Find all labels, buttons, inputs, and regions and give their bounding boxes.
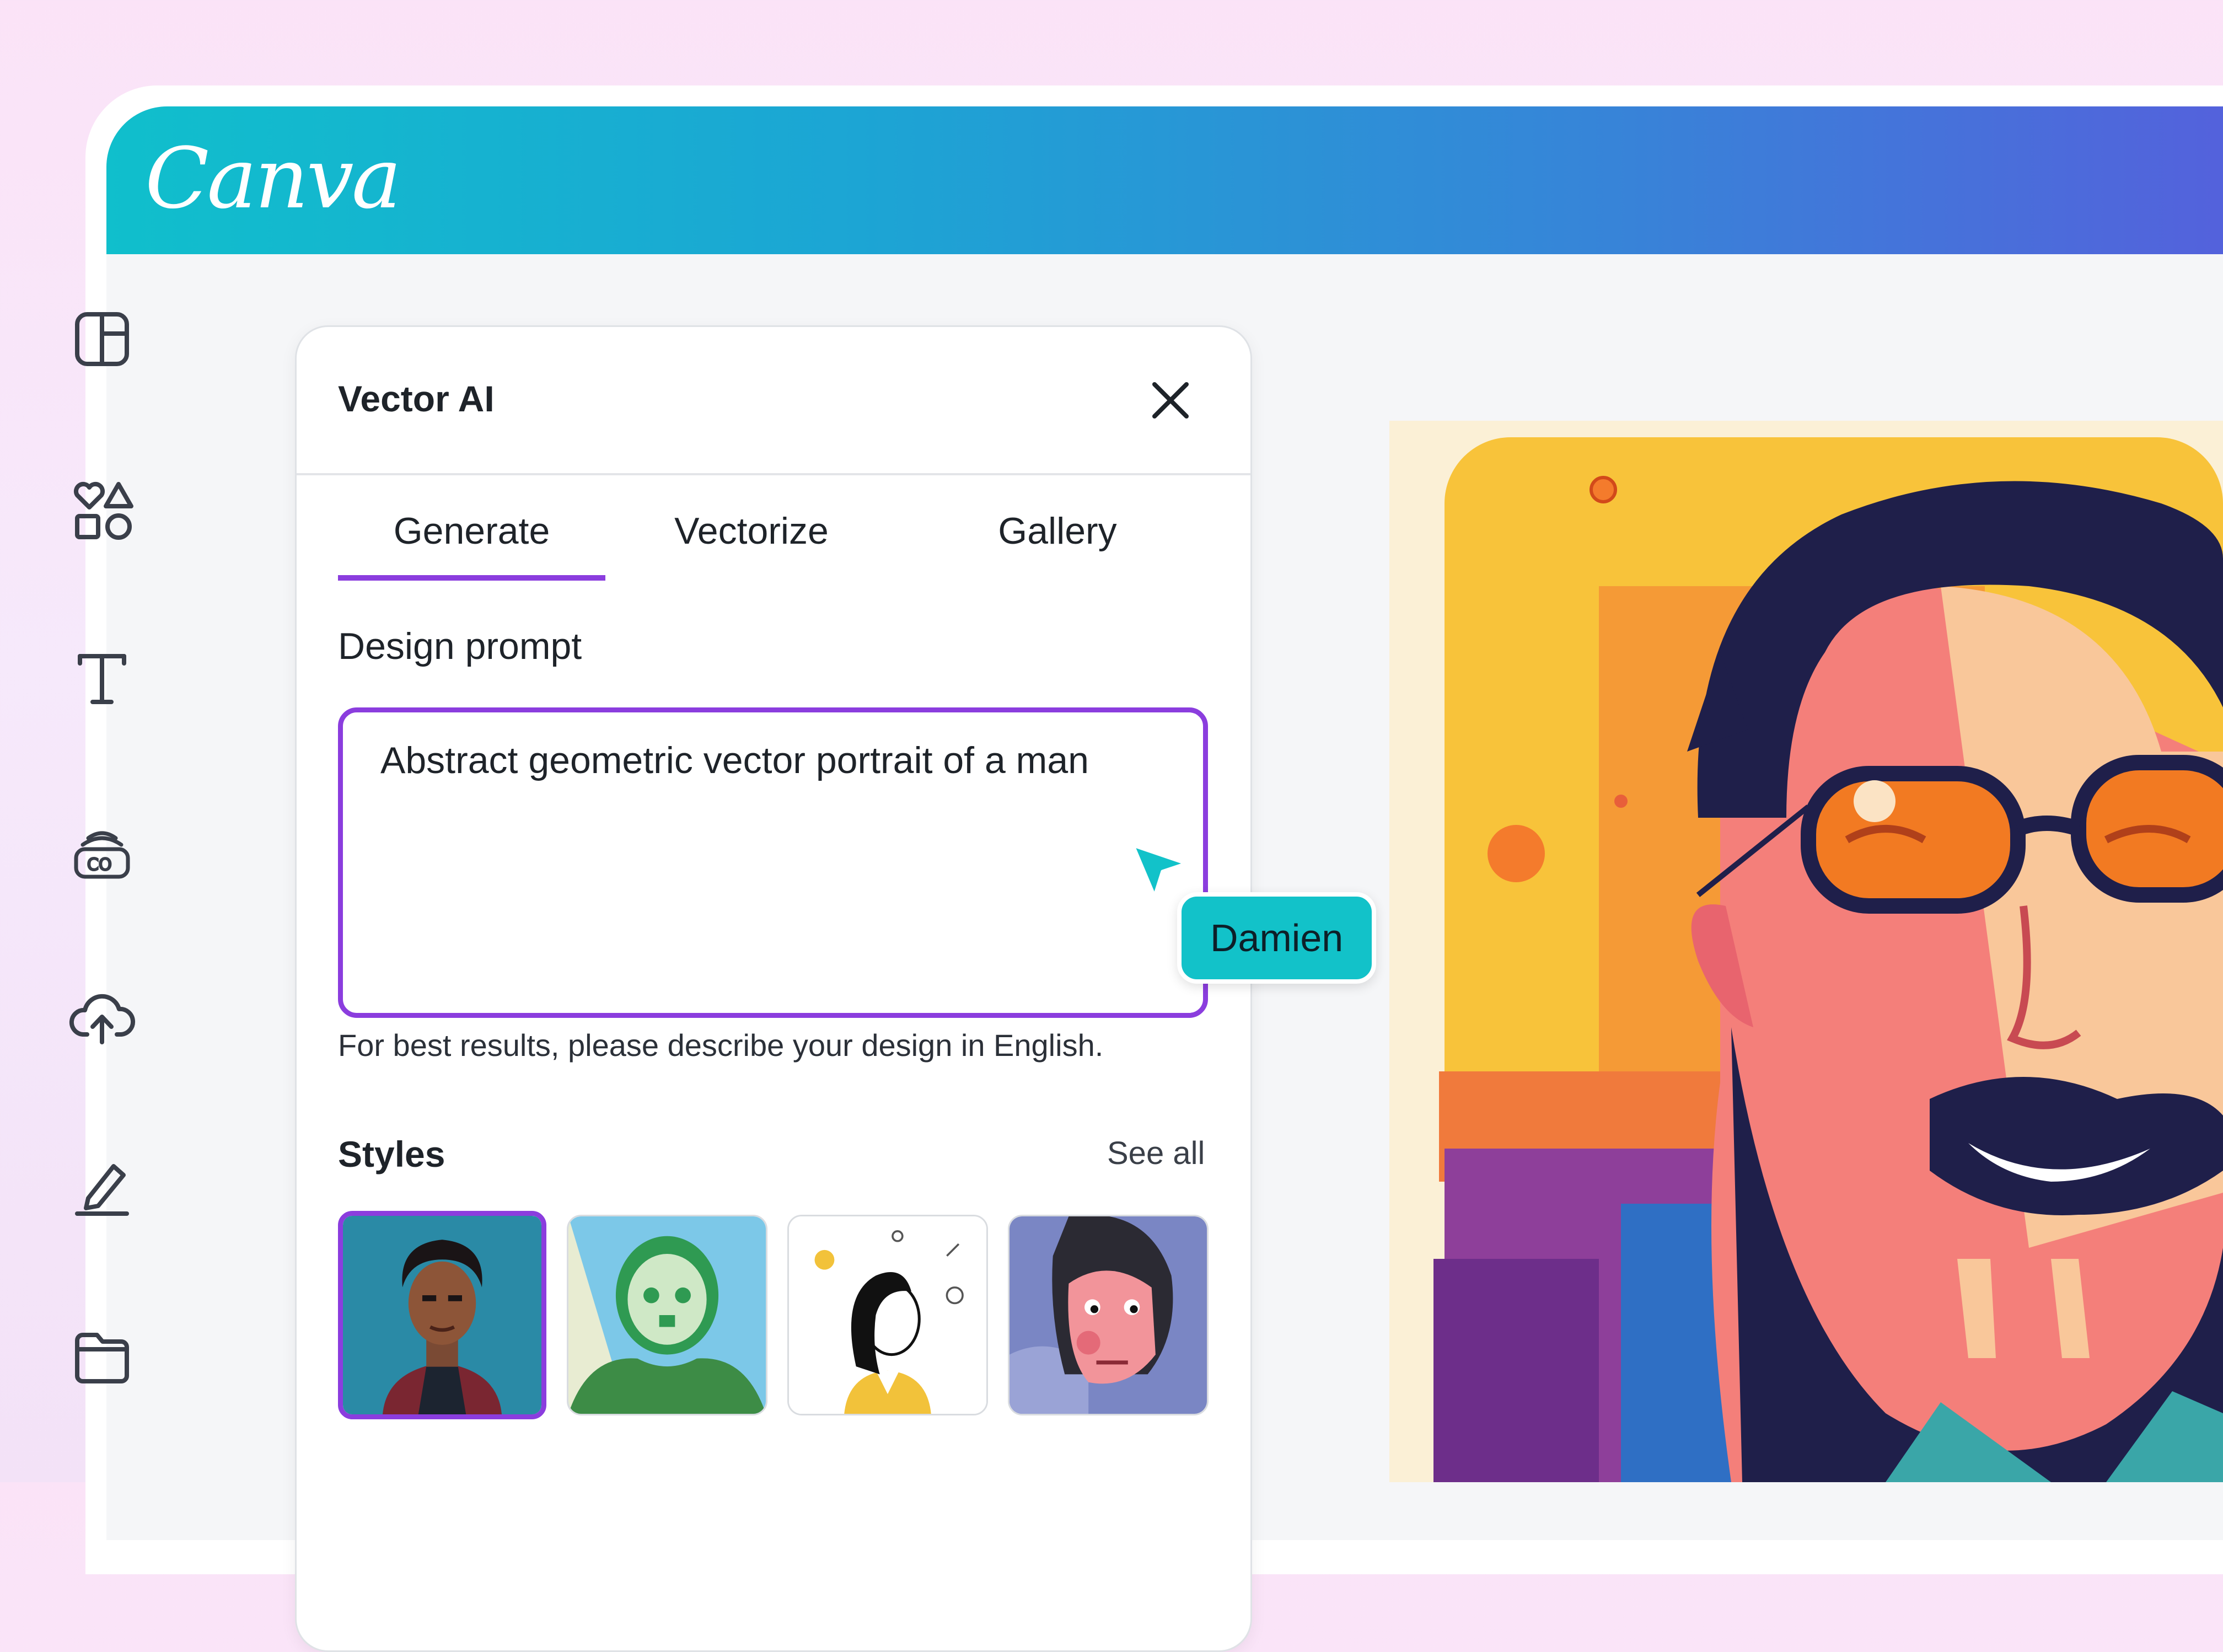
prompt-hint: For best results, please describe your d… [338,1028,1104,1063]
collaborator-name-tag: Damien [1177,892,1377,984]
style-thumb-flat-illustration[interactable] [1008,1215,1209,1415]
design-prompt-input[interactable]: Abstract geometric vector portrait of a … [338,707,1208,1018]
canva-logo[interactable]: Canva [145,130,401,227]
svg-text:CO: CO [87,855,112,875]
style-thumb-portrait[interactable] [338,1211,546,1419]
elements-icon[interactable] [66,474,138,546]
folder-icon[interactable] [66,1321,138,1392]
panel-title: Vector AI [338,378,495,419]
close-icon[interactable] [1146,376,1195,425]
upload-cloud-icon[interactable] [66,981,138,1053]
tab-gallery[interactable]: Gallery [953,503,1162,575]
prompt-text[interactable]: Abstract geometric vector portrait of a … [380,739,1089,782]
styles-title: Styles [338,1134,445,1174]
draw-icon[interactable] [66,1150,138,1221]
design-prompt-label: Design prompt [338,625,582,667]
tab-vectorize[interactable]: Vectorize [649,503,853,575]
collaborator-cursor-icon [1130,843,1191,903]
top-header-bar: Canva [106,106,2223,254]
panel-header: Vector AI [297,327,1250,475]
text-icon[interactable] [66,642,138,714]
vector-ai-panel: Vector AI Generate Vectorize Gallery Des… [295,325,1252,1652]
brand-icon[interactable]: CO [66,816,138,888]
style-thumb-anime[interactable] [567,1215,767,1415]
design-canvas-image[interactable] [1389,421,2223,1482]
style-thumb-line-art[interactable] [787,1215,988,1415]
see-all-link[interactable]: See all [1107,1135,1205,1172]
layout-icon[interactable] [66,303,138,375]
tab-generate[interactable]: Generate [338,503,605,581]
